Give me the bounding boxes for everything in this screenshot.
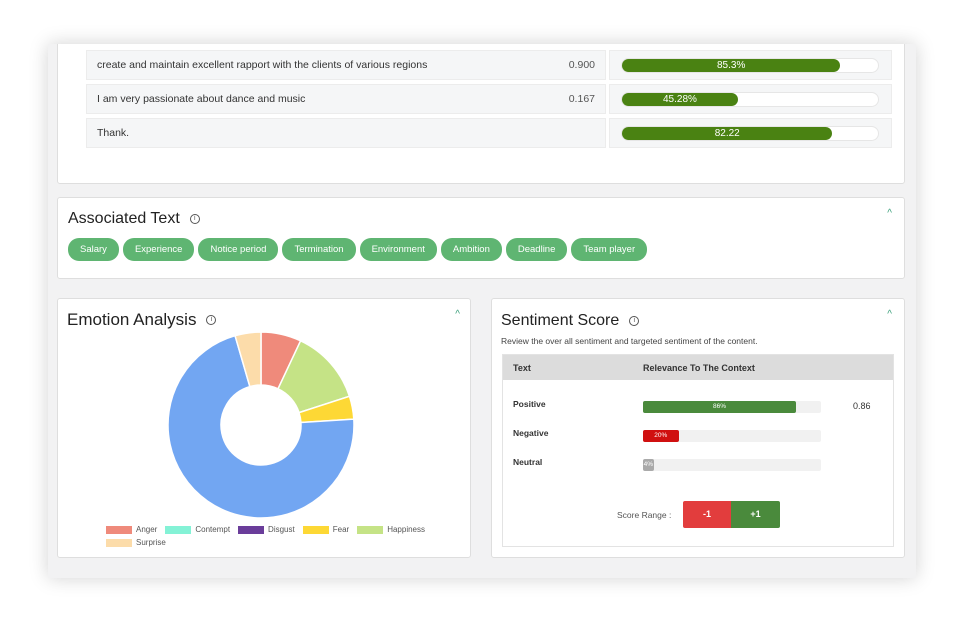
sentiment-value: 0.86 — [853, 401, 871, 411]
tag-salary[interactable]: Salary — [68, 238, 119, 261]
relevance-row: Thank. — [86, 118, 606, 148]
associated-text-title: Associated Text — [68, 210, 180, 227]
sentiment-table-header: Text Relevance To The Context — [503, 355, 893, 380]
sentiment-score-title: Sentiment Score — [501, 312, 620, 329]
progress-track: 85.3% — [621, 58, 879, 73]
sentiment-bar-track: 86% — [643, 401, 821, 413]
relevance-card: create and maintain excellent rapport wi… — [57, 44, 905, 184]
legend-item-happiness[interactable]: Happiness — [357, 525, 425, 534]
progress-fill: 85.3% — [622, 59, 841, 72]
sentiment-bar-fill: 20% — [643, 430, 679, 442]
score-range: -1 +1 — [683, 501, 780, 528]
tag-experience[interactable]: Experience — [122, 238, 195, 261]
legend-swatch — [165, 525, 192, 534]
row-text: Thank. — [97, 127, 130, 139]
sentiment-label-neutral: Neutral — [513, 457, 543, 467]
collapse-chevron-icon[interactable]: ^ — [887, 208, 892, 219]
info-icon[interactable]: i — [189, 214, 200, 224]
relevance-row: create and maintain excellent rapport wi… — [86, 50, 606, 80]
legend-swatch — [238, 525, 265, 534]
tag-list: Salary Experience Notice period Termination… — [68, 238, 648, 261]
row-score: 0.900 — [568, 59, 595, 71]
progress-fill: 82.22 — [622, 127, 833, 140]
sentiment-bar-fill: 86% — [643, 401, 797, 413]
relevance-bar-cell: 85.3% — [609, 50, 892, 80]
info-icon[interactable]: i — [629, 316, 640, 326]
tag-team-player[interactable]: Team player — [571, 238, 648, 261]
range-min: -1 — [683, 501, 731, 528]
sentiment-bar-fill: 4% — [643, 459, 654, 471]
sentiment-table: Text Relevance To The Context Positive 8… — [502, 354, 894, 547]
relevance-row: I am very passionate about dance and mus… — [86, 84, 606, 114]
sentiment-subtitle: Review the over all sentiment and target… — [501, 336, 758, 346]
legend-item-anger[interactable]: Anger — [106, 525, 157, 534]
col-text: Text — [513, 362, 531, 373]
sentiment-bar-track: 4% — [643, 459, 821, 471]
collapse-chevron-icon[interactable]: ^ — [887, 309, 892, 320]
sentiment-label-negative: Negative — [513, 428, 549, 438]
tag-termination[interactable]: Termination — [282, 238, 356, 261]
legend-swatch — [357, 525, 384, 534]
col-relevance: Relevance To The Context — [643, 362, 755, 373]
sentiment-label-positive: Positive — [513, 399, 546, 409]
chart-legend: Anger Contempt Disgust Fear Happiness Surpris… — [106, 525, 436, 547]
dashboard: create and maintain excellent rapport wi… — [48, 44, 916, 578]
legend-swatch — [106, 538, 132, 547]
range-max: +1 — [731, 501, 780, 528]
row-text: create and maintain excellent rapport wi… — [97, 59, 428, 71]
row-score: 0.167 — [568, 93, 595, 105]
sentiment-score-card: Sentiment Score i ^ Review the over all s… — [491, 298, 905, 558]
score-range-label: Score Range : — [617, 510, 672, 520]
legend-item-contempt[interactable]: Contempt — [165, 525, 230, 534]
legend-swatch — [106, 525, 132, 534]
legend-item-surprise[interactable]: Surprise — [106, 538, 166, 547]
emotion-analysis-card: Emotion Analysis i ^ Anger Contempt Disgust… — [57, 298, 471, 558]
progress-track: 45.28% — [621, 92, 879, 107]
legend-item-disgust[interactable]: Disgust — [238, 525, 295, 534]
legend-item-fear[interactable]: Fear — [302, 525, 349, 534]
tag-environment[interactable]: Environment — [359, 238, 437, 261]
progress-track: 82.22 — [621, 126, 879, 141]
relevance-bar-cell: 82.22 — [609, 118, 892, 148]
progress-fill: 45.28% — [622, 93, 738, 106]
row-text: I am very passionate about dance and mus… — [97, 93, 306, 105]
emotion-donut-chart — [167, 331, 355, 519]
legend-swatch — [302, 525, 329, 534]
sentiment-bar-track: 20% — [643, 430, 821, 442]
tag-deadline[interactable]: Deadline — [505, 238, 568, 261]
associated-text-card: Associated Text i ^ Salary Experience Notic… — [57, 197, 905, 279]
tag-notice-period[interactable]: Notice period — [198, 238, 279, 261]
relevance-bar-cell: 45.28% — [609, 84, 892, 114]
tag-ambition[interactable]: Ambition — [440, 238, 502, 261]
